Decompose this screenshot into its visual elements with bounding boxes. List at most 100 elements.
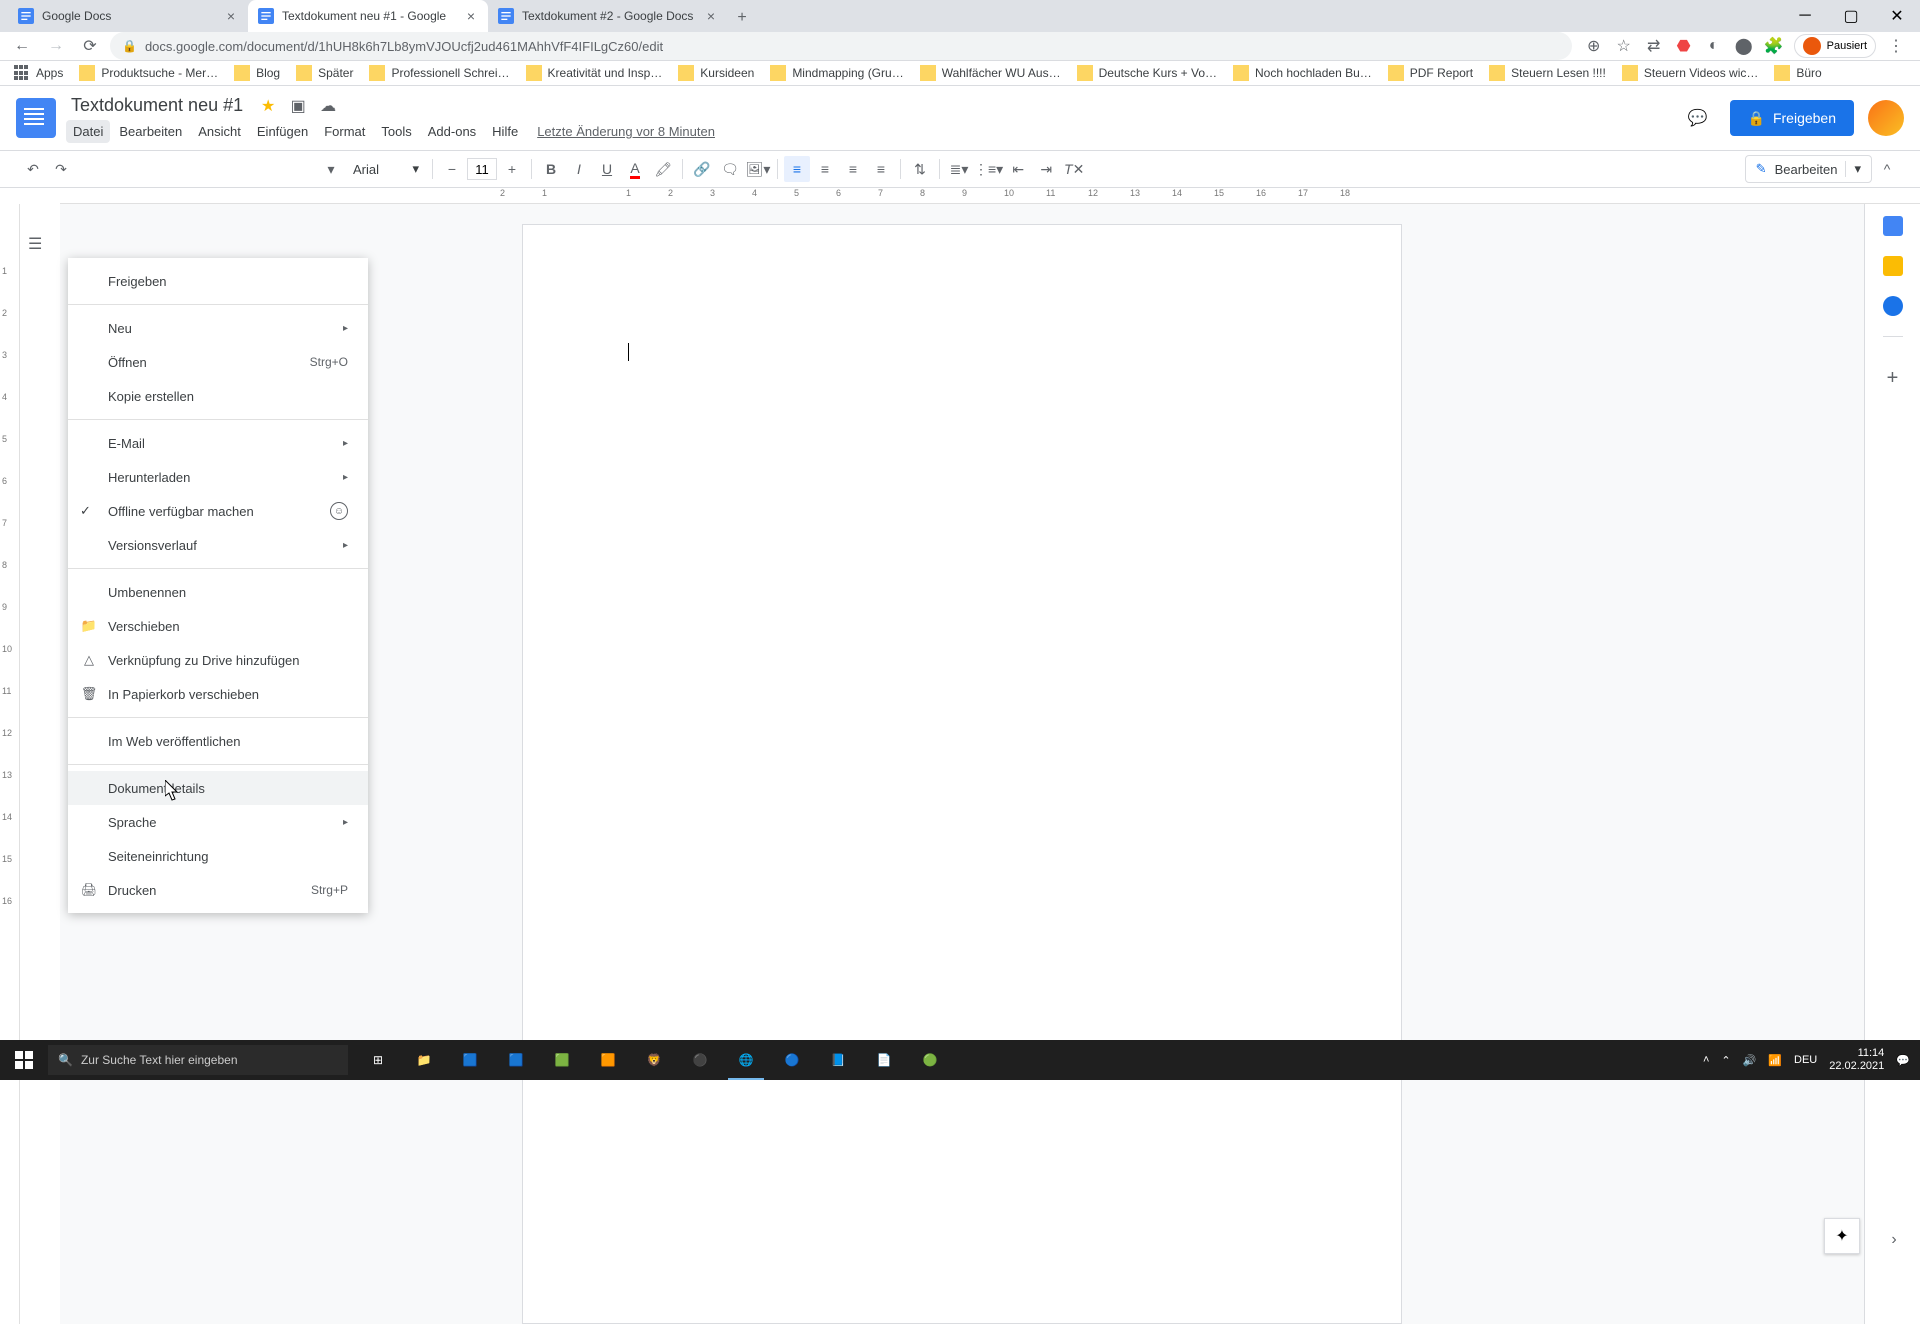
file-menu-item[interactable]: 🗑In Papierkorb verschieben (68, 677, 368, 711)
redo-button[interactable]: ↷ (48, 156, 74, 182)
last-edit-link[interactable]: Letzte Änderung vor 8 Minuten (537, 124, 715, 139)
maximize-button[interactable]: ▢ (1828, 0, 1874, 32)
share-button[interactable]: 🔒 Freigeben (1730, 100, 1854, 136)
document-page[interactable] (522, 224, 1402, 1324)
start-button[interactable] (0, 1040, 48, 1080)
powerpoint-icon[interactable]: 🟧 (586, 1040, 630, 1080)
forward-button[interactable]: → (42, 32, 70, 60)
language-indicator[interactable]: DEU (1794, 1054, 1817, 1066)
file-menu-item[interactable]: Dokumentdetails (68, 771, 368, 805)
bookmark-item[interactable]: PDF Report (1382, 61, 1479, 85)
bookmark-item[interactable]: Professionell Schrei… (363, 61, 515, 85)
align-right-button[interactable]: ≡ (840, 156, 866, 182)
excel-icon[interactable]: 🟩 (540, 1040, 584, 1080)
notifications-icon[interactable]: 💬 (1896, 1054, 1910, 1067)
add-addon-button[interactable]: + (1887, 367, 1899, 390)
menu-tools[interactable]: Tools (374, 120, 418, 143)
comment-button[interactable]: 🗨 (717, 156, 743, 182)
explorer-icon[interactable]: 📁 (402, 1040, 446, 1080)
file-menu-item[interactable]: 📁Verschieben (68, 609, 368, 643)
bookmark-item[interactable]: Mindmapping (Gru… (764, 61, 909, 85)
reload-button[interactable]: ⟳ (76, 32, 104, 60)
file-menu-item[interactable]: △Verknüpfung zu Drive hinzufügen (68, 643, 368, 677)
account-avatar[interactable] (1868, 100, 1904, 136)
back-button[interactable]: ← (8, 32, 36, 60)
menu-format[interactable]: Format (317, 120, 372, 143)
menu-einfuegen[interactable]: Einfügen (250, 120, 315, 143)
bullet-list-button[interactable]: ⋮≡▾ (974, 156, 1003, 182)
bookmark-item[interactable]: Steuern Lesen !!!! (1483, 61, 1612, 85)
file-menu-item[interactable]: Freigeben (68, 264, 368, 298)
bluetooth-icon[interactable]: ⌃ (1721, 1054, 1730, 1067)
file-menu-item[interactable]: Kopie erstellen (68, 379, 368, 413)
word-icon[interactable]: 🟦 (494, 1040, 538, 1080)
file-menu-item[interactable]: ÖffnenStrg+O (68, 345, 368, 379)
extension-icon[interactable]: ⬤ (1734, 36, 1754, 56)
keep-icon[interactable] (1883, 256, 1903, 276)
font-size-decrease[interactable]: − (439, 156, 465, 182)
tray-chevron-icon[interactable]: ˄ (1703, 1054, 1709, 1066)
file-menu-item[interactable]: Im Web veröffentlichen (68, 724, 368, 758)
cloud-status-icon[interactable]: ☁ (318, 96, 338, 116)
wifi-icon[interactable]: 📶 (1768, 1054, 1782, 1067)
menu-addons[interactable]: Add-ons (421, 120, 483, 143)
close-icon[interactable]: × (704, 9, 718, 23)
font-size-increase[interactable]: + (499, 156, 525, 182)
bookmark-item[interactable]: Steuern Videos wic… (1616, 61, 1765, 85)
minimize-button[interactable]: ─ (1782, 0, 1828, 32)
bookmark-item[interactable]: Büro (1768, 61, 1827, 85)
clear-format-button[interactable]: T✕ (1061, 156, 1087, 182)
bookmark-item[interactable]: Blog (228, 61, 286, 85)
taskbar-search[interactable]: 🔍 Zur Suche Text hier eingeben (48, 1045, 348, 1075)
file-menu-item[interactable]: Versionsverlauf▸ (68, 528, 368, 562)
italic-button[interactable]: I (566, 156, 592, 182)
side-panel-toggle[interactable]: › (1880, 1226, 1908, 1254)
explore-button[interactable]: ✦ (1824, 1218, 1860, 1254)
close-icon[interactable]: × (224, 9, 238, 23)
extension-icon[interactable]: ◐ (1704, 36, 1724, 56)
font-size-value[interactable]: 11 (467, 158, 497, 180)
document-title[interactable]: Textdokument neu #1 (66, 93, 248, 118)
indent-button[interactable]: ⇥ (1033, 156, 1059, 182)
align-center-button[interactable]: ≡ (812, 156, 838, 182)
file-menu-item[interactable]: Umbenennen (68, 575, 368, 609)
obs-icon[interactable]: ⚫ (678, 1040, 722, 1080)
collapse-toolbar-button[interactable]: ^ (1874, 156, 1900, 182)
menu-ansicht[interactable]: Ansicht (191, 120, 248, 143)
tasks-icon[interactable] (1883, 296, 1903, 316)
extensions-button[interactable]: 🧩 (1764, 36, 1784, 56)
menu-hilfe[interactable]: Hilfe (485, 120, 525, 143)
bold-button[interactable]: B (538, 156, 564, 182)
bookmark-item[interactable]: Deutsche Kurs + Vo… (1071, 61, 1223, 85)
font-select[interactable]: Arial▾ (346, 157, 426, 181)
undo-button[interactable]: ↶ (20, 156, 46, 182)
link-button[interactable]: 🔗 (689, 156, 715, 182)
file-menu-item[interactable]: ✓Offline verfügbar machen☺ (68, 494, 368, 528)
chrome-icon[interactable]: 🌐 (724, 1040, 768, 1080)
outdent-button[interactable]: ⇤ (1005, 156, 1031, 182)
align-justify-button[interactable]: ≡ (868, 156, 894, 182)
numbered-list-button[interactable]: ≣▾ (946, 156, 972, 182)
line-spacing-button[interactable]: ⇅ (907, 156, 933, 182)
edge-icon[interactable]: 🔵 (770, 1040, 814, 1080)
image-button[interactable]: 🖼▾ (745, 156, 771, 182)
url-input[interactable]: 🔒 docs.google.com/document/d/1hUH8k6h7Lb… (110, 32, 1572, 60)
vertical-ruler[interactable]: 12345678910111213141516 (0, 204, 20, 1324)
docs-logo-icon[interactable] (16, 98, 56, 138)
menu-datei[interactable]: Datei (66, 120, 110, 143)
bookmark-item[interactable]: Kursideen (672, 61, 760, 85)
file-menu-item[interactable]: Neu▸ (68, 311, 368, 345)
file-menu-item[interactable]: Herunterladen▸ (68, 460, 368, 494)
bookmark-item[interactable]: Noch hochladen Bu… (1227, 61, 1378, 85)
highlight-button[interactable]: 🖍 (650, 156, 676, 182)
browser-tab[interactable]: Google Docs × (8, 0, 248, 32)
profile-chip[interactable]: Pausiert (1794, 34, 1876, 58)
bookmark-item[interactable]: Kreativität und Insp… (520, 61, 669, 85)
edit-mode-dropdown[interactable]: ✎ Bearbeiten ▾ (1745, 155, 1872, 183)
calendar-icon[interactable] (1883, 216, 1903, 236)
menu-bearbeiten[interactable]: Bearbeiten (112, 120, 189, 143)
underline-button[interactable]: U (594, 156, 620, 182)
star-icon[interactable]: ☆ (1614, 36, 1634, 56)
browser-tab[interactable]: Textdokument #2 - Google Docs × (488, 0, 728, 32)
file-menu-item[interactable]: 🖨DruckenStrg+P (68, 873, 368, 907)
